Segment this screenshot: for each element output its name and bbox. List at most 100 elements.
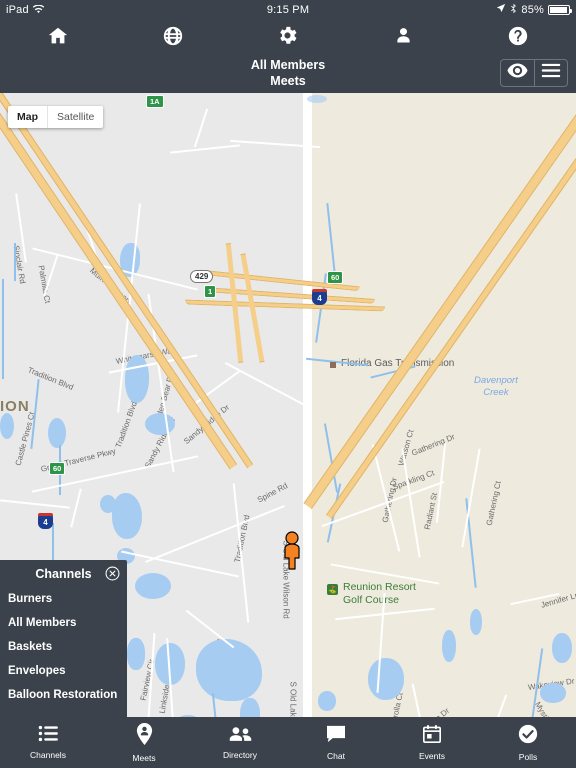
tab-directory[interactable]: Directory	[192, 726, 288, 760]
route-shield-1: 1	[204, 285, 217, 298]
water-body	[48, 418, 66, 448]
water-body	[145, 413, 175, 435]
channels-panel-header: Channels	[0, 560, 127, 587]
water-body	[125, 355, 149, 403]
water-body	[127, 638, 145, 670]
bluetooth-icon	[510, 3, 517, 17]
channel-item[interactable]: Balloon Restoration	[8, 683, 127, 707]
battery-percent: 85%	[521, 3, 544, 16]
person-icon	[393, 25, 414, 51]
water-body	[368, 658, 404, 700]
tab-channels[interactable]: Channels	[0, 725, 96, 760]
view-toggle-group	[500, 59, 568, 87]
profile-button[interactable]	[380, 22, 426, 54]
local-road	[0, 499, 70, 509]
street-label: Palmilla Ct	[36, 264, 53, 304]
tab-events[interactable]: Events	[384, 724, 480, 761]
map-type-control[interactable]: Map Satellite	[8, 106, 104, 128]
settings-button[interactable]	[265, 22, 311, 54]
local-road	[224, 361, 306, 407]
channels-list: Burners All Members Baskets Envelopes Balloo…	[0, 587, 127, 707]
channels-panel-title: Channels	[35, 566, 92, 581]
map-type-satellite[interactable]: Satellite	[47, 106, 103, 128]
help-button[interactable]	[495, 22, 541, 54]
calendar-icon	[423, 724, 441, 748]
list-icon	[38, 725, 59, 747]
map-type-map[interactable]: Map	[8, 106, 47, 128]
tab-meets-label: Meets	[132, 752, 156, 763]
check-circle-icon	[518, 724, 538, 749]
question-mark-icon	[507, 25, 529, 52]
tab-channels-label: Channels	[30, 750, 66, 760]
close-circle-icon[interactable]	[105, 566, 120, 581]
water-label-line2: Creek	[483, 387, 509, 398]
page-title-sub: Meets	[270, 74, 306, 88]
title-bar: All Members Meets	[0, 55, 576, 93]
visibility-button[interactable]	[501, 60, 534, 86]
gear-icon	[276, 24, 299, 52]
water-body	[196, 639, 262, 701]
water-body	[318, 691, 336, 711]
stream	[14, 243, 16, 281]
status-bar-time: 9:15 PM	[266, 3, 310, 16]
channel-item[interactable]: Baskets	[8, 635, 127, 659]
location-arrow-icon	[496, 3, 506, 16]
local-road	[145, 504, 285, 564]
app-root: iPad 9:15 PM 85% All Members Meets Map S…	[0, 0, 576, 768]
tab-meets[interactable]: Meets	[96, 722, 192, 763]
local-road	[193, 108, 209, 148]
route-shield-i4-west-label: 4	[38, 516, 53, 529]
channel-item[interactable]: All Members	[8, 611, 127, 635]
globe-button[interactable]	[150, 22, 196, 54]
route-shield-i4-label: 4	[312, 292, 327, 305]
battery-icon	[548, 4, 572, 15]
poi-label-golf-course: Reunion Resort Golf Course	[343, 581, 416, 607]
poi-label-golf-line2: Golf Course	[343, 594, 400, 606]
stream	[2, 279, 4, 379]
home-icon	[47, 25, 69, 52]
poi-marker-florida-gas	[330, 362, 336, 368]
water-body	[307, 95, 327, 103]
street-label: Spine Rd	[255, 481, 290, 505]
bottom-tab-bar: Channels Meets Directory Chat Events Pol…	[0, 717, 576, 768]
page-title-main: All Members	[250, 58, 326, 72]
route-shield-1a: 1A	[146, 95, 164, 108]
hamburger-menu-icon	[541, 63, 561, 83]
globe-icon	[162, 25, 184, 52]
water-body	[0, 413, 14, 439]
top-navigation-bar	[0, 19, 576, 57]
local-road	[170, 144, 240, 154]
channel-item[interactable]: Burners	[8, 587, 127, 611]
poi-label-golf-line1: Reunion Resort	[343, 581, 416, 593]
status-bar: iPad 9:15 PM 85%	[0, 0, 576, 19]
menu-button[interactable]	[534, 60, 567, 86]
water-body	[135, 573, 171, 599]
street-label: S Old Lake Wilson Rd	[289, 682, 298, 718]
tab-chat-label: Chat	[327, 750, 345, 761]
home-button[interactable]	[35, 22, 81, 54]
tab-polls[interactable]: Polls	[480, 724, 576, 762]
poi-marker-golf: ⛳	[327, 584, 338, 595]
water-label-line1: Davenport	[474, 375, 518, 386]
local-road	[70, 488, 82, 528]
route-shield-60-west: 60	[49, 462, 66, 475]
tab-chat[interactable]: Chat	[288, 725, 384, 761]
highway-ramp	[240, 253, 265, 363]
tab-events-label: Events	[419, 750, 445, 761]
water-body	[552, 633, 572, 663]
route-shield-i4-west: 4	[38, 513, 53, 529]
water-body	[442, 630, 456, 662]
channel-item[interactable]: Envelopes	[8, 659, 127, 683]
tab-directory-label: Directory	[222, 749, 257, 760]
route-shield-429: 429	[190, 270, 214, 283]
status-bar-right: 85%	[496, 3, 572, 17]
water-label-davenport-creek: Davenport Creek	[474, 375, 518, 399]
street-view-pegman[interactable]	[281, 531, 303, 576]
water-body	[540, 683, 566, 703]
eye-icon	[507, 63, 528, 83]
chat-bubble-icon	[326, 725, 346, 748]
water-body	[100, 495, 116, 513]
water-body	[240, 698, 260, 717]
street-label: Tradition Blvd	[26, 365, 75, 392]
water-body	[470, 609, 482, 635]
